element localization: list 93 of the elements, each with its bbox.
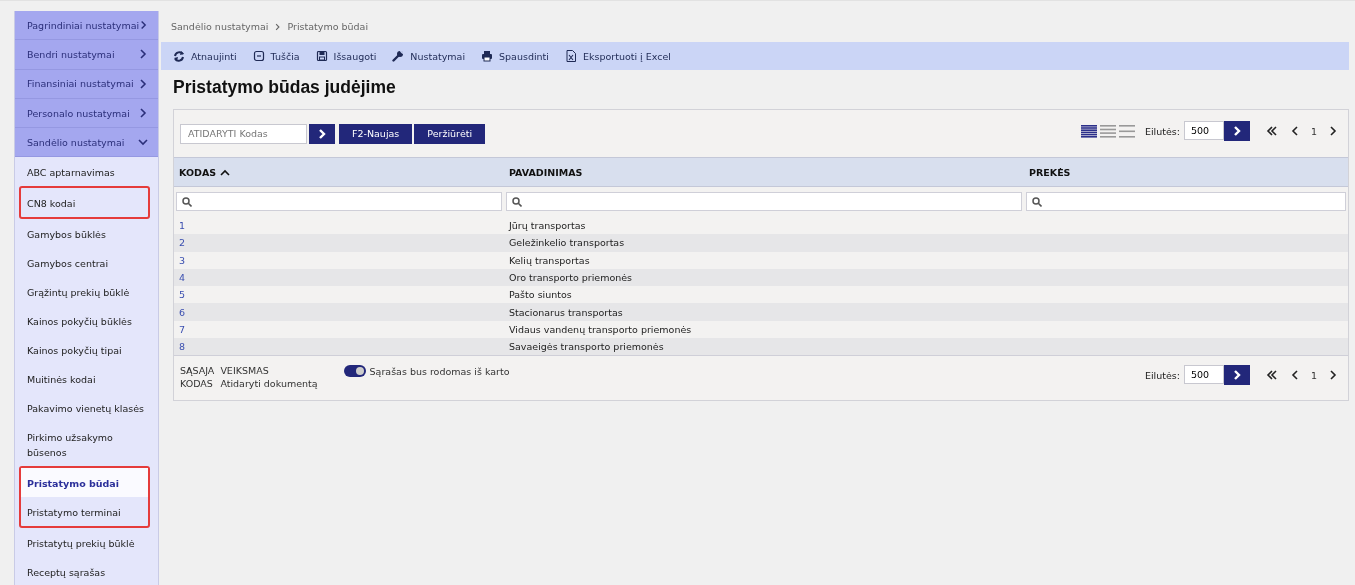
search-icon (182, 196, 192, 207)
sidebar-item[interactable]: Gamybos centrai (15, 248, 158, 278)
legend-text: VEIKSMAS (220, 365, 270, 377)
code-link[interactable]: 3 (179, 254, 186, 266)
toolbar-button[interactable]: Tuščia (246, 48, 306, 64)
sidebar-item[interactable]: Muitinės kodai (15, 364, 158, 394)
breadcrumb-link[interactable]: Sandėlio nustatymai (171, 21, 269, 32)
list-density-icon[interactable] (1080, 124, 1097, 138)
chevron-right-icon (317, 128, 327, 139)
column-header[interactable]: PAVADINIMAS (504, 157, 1024, 187)
filter-field[interactable] (1026, 192, 1346, 211)
code-link[interactable]: 1 (179, 220, 186, 232)
sidebar-item[interactable]: Pirkimo užsakymo būsenos (15, 422, 158, 467)
chevron-left-icon (1289, 370, 1300, 381)
rows-label: Eilutės: (1144, 369, 1180, 381)
rows-label: Eilutės: (1144, 125, 1180, 137)
search-icon (512, 196, 522, 207)
chevron-right-icon (138, 108, 148, 119)
sidebar-item[interactable]: Pristatymo terminai (21, 497, 148, 527)
table-cell: Kelių transportas (509, 254, 590, 266)
table-cell: Geležinkelio transportas (509, 237, 625, 249)
sidebar-group[interactable]: Bendri nustatymai (15, 40, 158, 70)
code-link[interactable]: 4 (179, 272, 186, 284)
open-code-field[interactable]: ATIDARYTI Kodas (180, 123, 307, 144)
table-cell: Pašto siuntos (509, 289, 572, 301)
toggle-label: Sąrašas bus rodomas iš karto (369, 365, 510, 377)
code-link[interactable]: 6 (179, 306, 186, 318)
toolbar-button[interactable]: Nustatymai (386, 48, 472, 64)
legend-text: KODAS (180, 378, 214, 390)
search-icon (1032, 196, 1042, 207)
sidebar-item[interactable]: Pristatymo būdai (21, 468, 148, 498)
action-button[interactable]: F2-Naujas (339, 123, 413, 144)
go-button[interactable] (309, 123, 335, 144)
chevron-right-icon (1328, 370, 1338, 381)
table-cell: Vidaus vandenų transporto priemonės (509, 323, 692, 335)
rows-input[interactable]: 500 (1183, 365, 1224, 385)
minus-square-icon (252, 50, 265, 62)
toolbar-button[interactable]: Spausdinti (475, 48, 555, 64)
code-link[interactable]: 8 (179, 341, 186, 353)
chevron-right-icon (274, 21, 282, 32)
legend-text: SĄSAJA (180, 365, 215, 377)
sidebar-group[interactable]: Personalo nustatymai (15, 98, 158, 129)
legend-text: Atidaryti dokumentą (220, 378, 318, 390)
table-cell: Stacionarus transportas (509, 306, 623, 318)
chevron-right-icon (139, 20, 148, 31)
page-title: Pristatymo būdas judėjime (173, 77, 397, 99)
rows-input[interactable]: 500 (1183, 121, 1224, 140)
sidebar-item[interactable]: Grąžintų prekių būklė (15, 277, 158, 307)
page-number[interactable]: 1 (1307, 125, 1320, 137)
sidebar-item[interactable]: Pristatytų prekių būklė (15, 528, 158, 558)
sidebar-item[interactable]: CN8 kodai (21, 188, 148, 218)
chevron-right-icon (138, 78, 148, 89)
excel-file-icon (564, 50, 577, 62)
chevron-down-icon (138, 137, 148, 148)
double-chevron-left-icon (1265, 126, 1278, 136)
breadcrumb-link[interactable]: Pristatymo būdai (287, 21, 369, 32)
sidebar-item[interactable]: Kainos pokyčių būklės (15, 306, 158, 336)
toolbar-button[interactable]: Eksportuoti į Excel (558, 48, 677, 64)
column-header[interactable]: PREKĖS (1024, 157, 1348, 187)
sidebar-item[interactable]: Receptų sąrašas (15, 557, 158, 585)
toggle-switch[interactable] (343, 365, 366, 378)
table-cell: Oro transporto priemonės (509, 272, 633, 284)
sidebar-group[interactable]: Sandėlio nustatymai (15, 128, 158, 158)
code-link[interactable]: 7 (179, 323, 186, 335)
sidebar-item[interactable]: Gamybos būklės (15, 219, 158, 249)
chevron-right-icon (138, 49, 148, 60)
action-button[interactable]: Peržiūrėti (414, 123, 486, 144)
code-link[interactable]: 5 (179, 289, 186, 301)
save-icon (315, 50, 328, 62)
table-cell: Savaeigės transporto priemonės (509, 341, 664, 353)
code-link[interactable]: 2 (179, 237, 186, 249)
sidebar-item[interactable]: Pakavimo vienetų klasės (15, 393, 158, 423)
sidebar-item[interactable]: Kainos pokyčių tipai (15, 335, 158, 365)
printer-icon (481, 50, 494, 62)
toolbar-button[interactable]: Išsaugoti (309, 48, 383, 64)
sidebar-group[interactable]: Finansiniai nustatymai (15, 69, 158, 99)
column-header[interactable]: KODAS (174, 157, 504, 187)
refresh-icon (173, 50, 185, 62)
chevron-right-icon (1328, 126, 1338, 136)
sidebar-item[interactable]: ABC aptarnavimas (15, 157, 158, 187)
chevron-right-icon (1231, 370, 1242, 381)
chevron-left-icon (1289, 126, 1300, 136)
go-button[interactable] (1223, 365, 1250, 386)
go-button[interactable] (1223, 121, 1250, 141)
chevron-right-icon (1231, 126, 1242, 136)
page-number[interactable]: 1 (1307, 369, 1320, 381)
filter-field[interactable] (506, 192, 1022, 211)
sidebar-group[interactable]: Pagrindiniai nustatymai (15, 11, 158, 41)
wrench-icon (392, 50, 405, 62)
filter-field[interactable] (176, 192, 502, 211)
toolbar-button[interactable]: Atnaujinti (167, 48, 243, 64)
table-cell: Jūrų transportas (509, 220, 586, 232)
double-chevron-left-icon (1265, 370, 1278, 381)
